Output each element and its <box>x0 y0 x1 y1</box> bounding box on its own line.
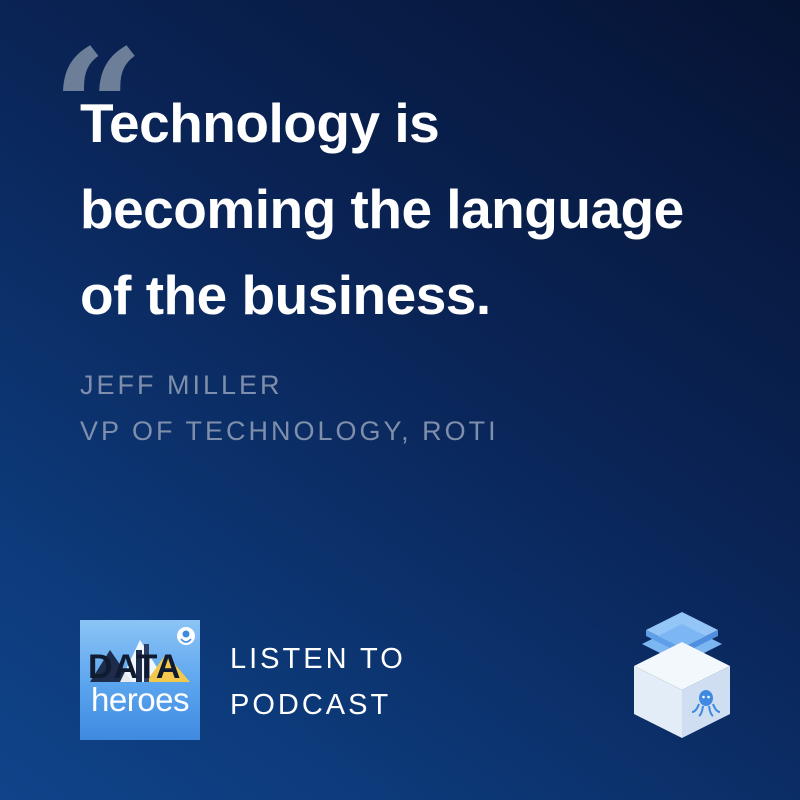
cover-subtitle: heroes <box>91 681 189 718</box>
podcast-cover[interactable]: DATA heroes <box>80 620 200 740</box>
octopus-box-icon <box>634 612 730 738</box>
author-block: JEFF MILLER VP OF TECHNOLOGY, ROTI <box>80 362 499 454</box>
author-name: JEFF MILLER <box>80 370 283 400</box>
quote-line: Technology is <box>80 92 440 154</box>
quote-line: of the business. <box>80 264 491 326</box>
quote-line: becoming the language <box>80 178 684 240</box>
quote-text: Technology is becoming the language of t… <box>80 80 760 338</box>
cta-line: PODCAST <box>230 689 392 721</box>
listen-to-podcast-link[interactable]: LISTEN TO PODCAST <box>230 636 406 728</box>
quote-card: “ Technology is becoming the language of… <box>0 0 800 800</box>
cta-line: LISTEN TO <box>230 643 406 675</box>
author-title: VP OF TECHNOLOGY, ROTI <box>80 416 499 446</box>
